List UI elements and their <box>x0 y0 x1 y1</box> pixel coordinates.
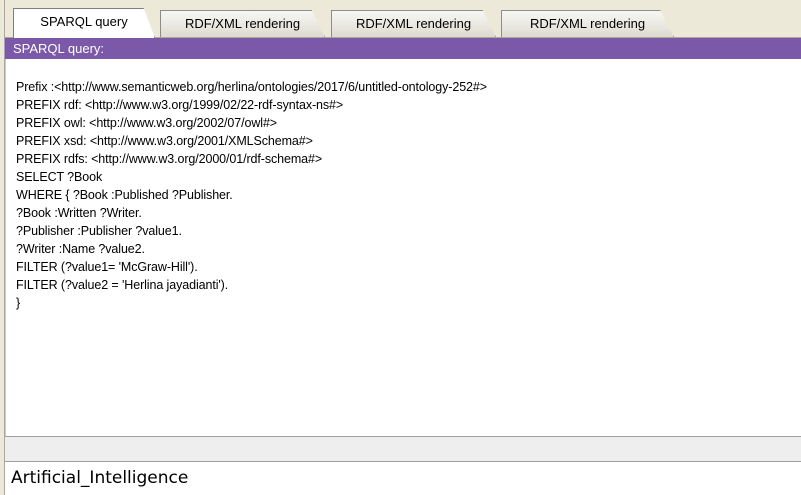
query-line: PREFIX rdf: <http://www.w3.org/1999/02/2… <box>16 98 344 112</box>
sparql-query-editor[interactable]: Prefix :<http://www.semanticweb.org/herl… <box>5 59 801 436</box>
results-column-header[interactable] <box>5 436 801 462</box>
query-line: ?Writer :Name ?value2. <box>16 242 145 256</box>
query-line: } <box>16 296 21 310</box>
query-line: ?Book :Written ?Writer. <box>16 206 142 220</box>
query-line: ?Publisher :Publisher ?value1. <box>16 224 182 238</box>
query-line: SELECT ?Book <box>16 170 103 184</box>
query-line: WHERE { ?Book :Published ?Publisher. <box>16 188 233 202</box>
tab-rdf-xml-rendering-2[interactable]: RDF/XML rendering <box>331 10 496 37</box>
query-line: PREFIX rdfs: <http://www.w3.org/2000/01/… <box>16 152 323 166</box>
result-row[interactable]: Artificial_Intelligence <box>5 462 801 495</box>
query-line: FILTER (?value2 = 'Herlina jayadianti'). <box>16 278 229 292</box>
query-line: Prefix :<http://www.semanticweb.org/herl… <box>16 80 487 94</box>
tab-rdf-xml-rendering-1[interactable]: RDF/XML rendering <box>160 10 325 37</box>
query-line: PREFIX xsd: <http://www.w3.org/2001/XMLS… <box>16 134 313 148</box>
query-line: FILTER (?value1= 'McGraw-Hill'). <box>16 260 198 274</box>
tab-rdf-xml-rendering-3[interactable]: RDF/XML rendering <box>501 10 674 37</box>
tab-sparql-query[interactable]: SPARQL query <box>13 8 155 38</box>
tab-strip: SPARQL query RDF/XML rendering RDF/XML r… <box>5 0 801 38</box>
panel-title: SPARQL query: <box>5 38 801 59</box>
query-line: PREFIX owl: <http://www.w3.org/2002/07/o… <box>16 116 278 130</box>
